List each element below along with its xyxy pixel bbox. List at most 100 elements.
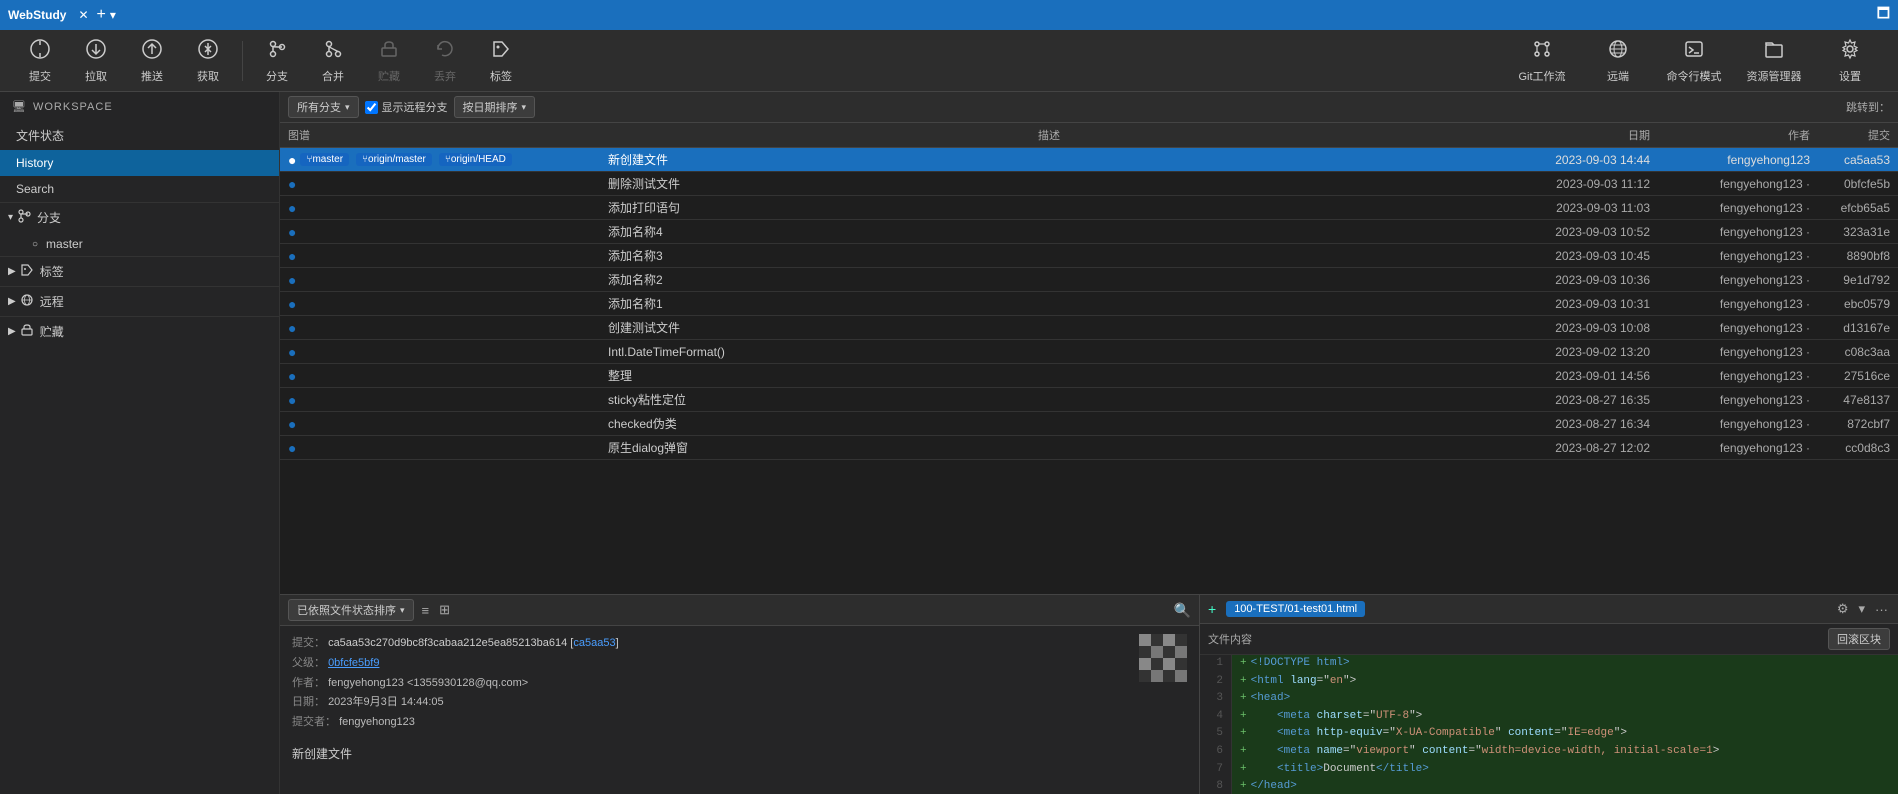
commit-desc-cell: 删除测试文件 [600,173,1498,194]
commit-hash-cell: 872cbf7 [1818,415,1898,433]
file-more-button[interactable]: ··· [1873,599,1890,619]
stash-button[interactable]: 贮藏 [361,34,417,88]
terminal-button[interactable]: 命令行模式 [1654,34,1734,88]
committer-value: fengyehong123 [339,716,415,728]
remote-label: 远端 [1607,68,1629,84]
commit-graph-cell: ● ⑂master ⑂origin/master ⑂origin/HEAD [280,150,600,170]
commit-hash-cell: efcb65a5 [1818,199,1898,217]
sidebar-branch-master[interactable]: ○ master [0,232,279,256]
new-tab-button[interactable]: + [97,6,106,24]
discard-button[interactable]: 丢弃 [417,34,473,88]
commit-hash-cell: cc0d8c3 [1818,439,1898,457]
pull-button[interactable]: 拉取 [68,34,124,88]
commit-author-cell: fengyehong123 · [1658,343,1818,361]
branch-tag-origin-head: ⑂origin/HEAD [439,153,512,166]
stash-label: 贮藏 [378,68,400,84]
sidebar-group-branch[interactable]: ▾ 分支 [0,202,279,232]
file-settings-button[interactable]: ⚙ [1835,599,1851,619]
rollback-button[interactable]: 回滚区块 [1828,628,1890,650]
commit-author-cell: fengyehong123 · [1658,367,1818,385]
show-remote-checkbox[interactable]: 显示远程分支 [365,99,448,115]
commit-info-text: 提交： ca5aa53c270d9bc8f3cabaa212e5ea85213b… [292,634,1127,733]
graph-dot-icon: ● [288,320,296,336]
close-tab-icon[interactable]: ✕ [78,8,88,22]
maximize-button[interactable]: 🗖 [1877,3,1890,27]
commit-row[interactable]: ●Intl.DateTimeFormat()2023-09-02 13:20fe… [280,340,1898,364]
search-button[interactable]: 🔍 [1174,602,1191,619]
commit-button[interactable]: 提交 [12,34,68,88]
show-remote-input[interactable] [365,101,378,114]
commit-row[interactable]: ●添加名称42023-09-03 10:52fengyehong123 ·323… [280,220,1898,244]
push-label: 推送 [141,68,163,84]
file-sort-dropdown[interactable]: 已依照文件状态排序 ▾ [288,599,414,621]
filemanager-button[interactable]: 资源管理器 [1734,34,1814,88]
settings-button[interactable]: 设置 [1814,34,1886,88]
commit-row[interactable]: ●创建测试文件2023-09-03 10:08fengyehong123 ·d1… [280,316,1898,340]
sidebar-group-remote[interactable]: ▶ 远程 [0,286,279,316]
commit-date-cell: 2023-09-01 14:56 [1498,367,1658,385]
commit-graph-cell: ● [280,198,600,218]
commit-author-cell: fengyehong123 · [1658,223,1818,241]
commit-row[interactable]: ●添加打印语句2023-09-03 11:03fengyehong123 ·ef… [280,196,1898,220]
commit-row[interactable]: ● ⑂master ⑂origin/master ⑂origin/HEAD [280,148,1898,172]
bottom-pane: 已依照文件状态排序 ▾ ≡ ⊞ 🔍 提交： ca5aa53c270d9bc8f3… [280,594,1898,794]
commit-desc-cell: 添加名称4 [600,221,1498,242]
merge-label: 合并 [322,68,344,84]
commit-graph-cell: ● [280,318,600,338]
commit-row[interactable]: ●添加名称12023-09-03 10:31fengyehong123 ·ebc… [280,292,1898,316]
commit-desc-cell: 添加打印语句 [600,197,1498,218]
commit-hash-cell: ebc0579 [1818,295,1898,313]
sidebar-group-stash[interactable]: ▶ 贮藏 [0,316,279,346]
graph-dot-icon: ● [288,392,296,408]
commit-details-toolbar: 已依照文件状态排序 ▾ ≡ ⊞ 🔍 [280,595,1199,626]
graph-dot-icon: ● [288,200,296,216]
fetch-button[interactable]: 获取 [180,34,236,88]
tags-group-icon [20,263,34,280]
grid-view-button[interactable]: ⊞ [437,600,452,620]
tag-button[interactable]: 标签 [473,34,529,88]
author-line: 作者： fengyehong123 <1355930128@qq.com> [292,674,1127,694]
origin-head-icon: ⑂ [445,154,451,165]
sidebar-item-history[interactable]: History [0,150,279,176]
file-dropdown-button[interactable]: ▾ [1856,599,1867,619]
list-view-button[interactable]: ≡ [420,601,432,620]
sort-dropdown[interactable]: 按日期排序 ▾ [454,96,536,118]
branch-group-icon [17,209,31,226]
commit-row[interactable]: ●添加名称22023-09-03 10:36fengyehong123 ·9e1… [280,268,1898,292]
file-content-pane: + 100-TEST/01-test01.html ⚙ ▾ ··· 文件内容 回… [1200,595,1898,794]
push-button[interactable]: 推送 [124,34,180,88]
pull-label: 拉取 [85,68,107,84]
commit-author-cell: fengyehong123 · [1658,271,1818,289]
merge-button[interactable]: 合并 [305,34,361,88]
remote-button[interactable]: 远端 [1582,34,1654,88]
branch-button[interactable]: 分支 [249,34,305,88]
commit-row[interactable]: ●sticky粘性定位2023-08-27 16:35fengyehong123… [280,388,1898,412]
branch-filter-dropdown[interactable]: 所有分支 ▾ [288,96,359,118]
parent-label: 父级： [292,657,325,669]
commit-row[interactable]: ●删除测试文件2023-09-03 11:12fengyehong123 ·0b… [280,172,1898,196]
show-remote-label: 显示远程分支 [382,99,448,115]
commit-graph-cell: ● [280,270,600,290]
settings-label: 设置 [1839,68,1861,84]
gitflow-button[interactable]: Git工作流 [1502,34,1582,88]
pull-icon [85,38,107,66]
sidebar-item-search[interactable]: Search [0,176,279,202]
parent-hash[interactable]: 0bfcfe5bf9 [328,657,379,669]
commit-row[interactable]: ●整理2023-09-01 14:56fengyehong123 ·27516c… [280,364,1898,388]
sidebar-group-tags[interactable]: ▶ 标签 [0,256,279,286]
file-content-area: 1 +<!DOCTYPE html> 2 +<html lang="en"> 3… [1200,655,1898,794]
commit-row[interactable]: ●原生dialog弹窗2023-08-27 12:02fengyehong123… [280,436,1898,460]
commit-row[interactable]: ●checked伪类2023-08-27 16:34fengyehong123 … [280,412,1898,436]
commit-graph-cell: ● [280,246,600,266]
tab-dropdown-icon[interactable]: ▾ [110,8,116,22]
code-line-2: 2 +<html lang="en"> [1200,673,1898,691]
sidebar-item-filestatus[interactable]: 文件状态 [0,121,279,150]
date-label: 日期： [292,696,325,708]
file-tab[interactable]: 100-TEST/01-test01.html [1226,601,1365,617]
graph-dot-icon: ● [288,176,296,192]
remote-group-icon [20,293,34,310]
line-content-4: + <meta charset="UTF-8"> [1232,708,1422,726]
committer-label: 提交者： [292,716,336,728]
commit-row[interactable]: ●添加名称32023-09-03 10:45fengyehong123 ·889… [280,244,1898,268]
commit-graph-cell: ● [280,390,600,410]
